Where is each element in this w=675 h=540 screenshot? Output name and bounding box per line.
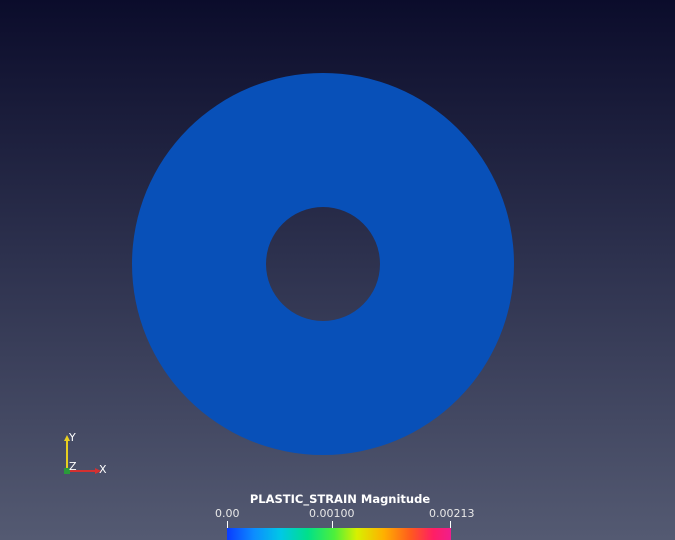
colorbar-gradient xyxy=(227,528,451,540)
colorbar-tick-marks xyxy=(227,521,451,528)
z-axis-label: Z xyxy=(69,460,77,473)
colorbar-title: PLASTIC_STRAIN Magnitude xyxy=(249,492,431,506)
annulus-shape xyxy=(132,73,514,455)
y-axis-label: Y xyxy=(68,431,76,444)
colorbar-tick-label: 0.00213 xyxy=(429,507,475,520)
colorbar-tick-mark xyxy=(450,521,451,528)
colorbar-tick-label: 0.00 xyxy=(215,507,240,520)
colorbar-tick-mark xyxy=(227,521,228,528)
colorbar-tick-mark xyxy=(332,521,333,528)
x-axis-label: X xyxy=(99,463,107,476)
render-viewport[interactable]: Y Z X PLASTIC_STRAIN Magnitude 0.00 0.00… xyxy=(0,0,675,540)
color-legend: PLASTIC_STRAIN Magnitude 0.00 0.00100 0.… xyxy=(205,492,475,540)
colorbar-tick-label: 0.00100 xyxy=(309,507,355,520)
orientation-axes: Y Z X xyxy=(64,431,107,476)
